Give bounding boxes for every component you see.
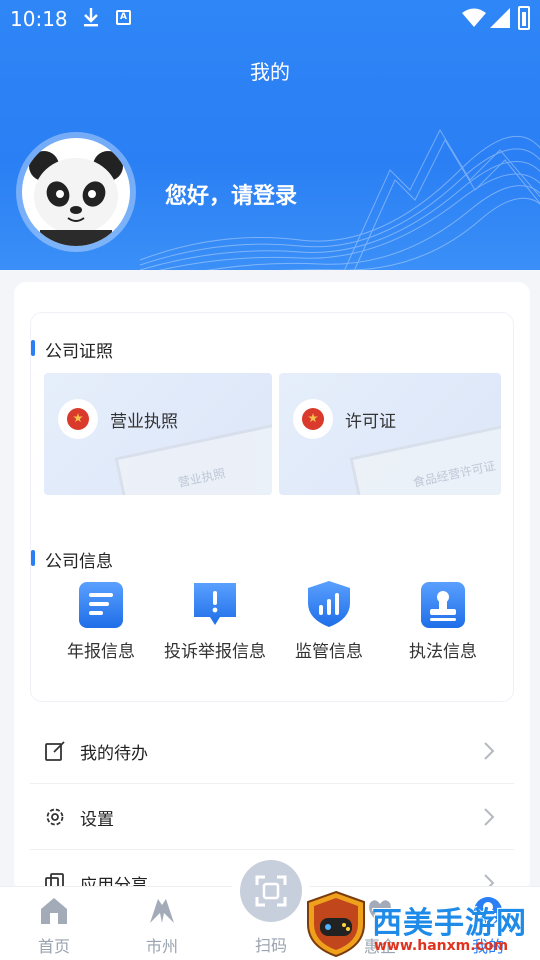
info-complaint[interactable]: 投诉举报信息 (155, 579, 275, 663)
nav-label: 市州 (145, 937, 178, 956)
nav-item-home[interactable]: 首页 (14, 895, 94, 957)
info-label: 投诉举报信息 (164, 642, 266, 662)
supervision-icon (308, 581, 350, 627)
section-title-license: 公司证照 (31, 337, 113, 362)
nav-label: 首页 (37, 937, 70, 956)
menu-label: 我的待办 (80, 744, 148, 764)
license-paper-illustration: 食品经营许可证 (349, 422, 501, 495)
watermark: 西美手游网 www.hanxm.com (300, 888, 540, 960)
license-label: 营业执照 (110, 412, 178, 432)
info-annual-report[interactable]: 年报信息 (41, 579, 161, 663)
header-banner: 10:18 A 我的 您好，请登录 (0, 0, 540, 270)
gear-icon (46, 808, 64, 826)
license-card-business[interactable]: 营业执照 营业执照 (44, 373, 272, 495)
download-icon (84, 8, 98, 27)
section-title-info: 公司信息 (31, 547, 113, 572)
paper-text: 食品经营许可证 (411, 458, 497, 490)
status-time: 10:18 (10, 7, 68, 31)
main-card: 公司证照 营业执照 营业执照 食品经营许可证 许可证 公司信息 年报信息 投诉举… (14, 282, 530, 896)
edit-icon (45, 741, 65, 761)
gamepad-shield-logo (307, 890, 365, 958)
app-a-icon: A (116, 10, 131, 25)
info-enforcement[interactable]: 执法信息 (383, 579, 503, 663)
status-bar: 10:18 A (0, 0, 540, 38)
home-icon (41, 898, 67, 924)
watermark-brand: 西美手游网 (372, 906, 527, 941)
nav-item-city[interactable]: 市州 (122, 895, 202, 957)
license-label: 许可证 (345, 412, 396, 432)
info-label: 执法信息 (409, 642, 477, 662)
company-panel: 公司证照 营业执照 营业执照 食品经营许可证 许可证 公司信息 年报信息 投诉举… (30, 312, 514, 702)
nav-item-scan[interactable] (232, 852, 310, 930)
page-title: 我的 (250, 60, 290, 84)
login-greeting[interactable]: 您好，请登录 (165, 178, 297, 210)
company-info-grid: 年报信息 投诉举报信息 监管信息 执法信息 (31, 579, 515, 689)
wifi-icon (462, 8, 486, 27)
national-emblem-icon (293, 399, 333, 439)
info-supervision[interactable]: 监管信息 (269, 579, 389, 663)
nav-label-scan: 扫码 (254, 936, 287, 955)
scan-icon (255, 875, 287, 907)
city-icon (150, 899, 174, 923)
info-label: 监管信息 (295, 642, 363, 662)
panda-icon (29, 151, 123, 246)
menu-label: 设置 (80, 810, 114, 830)
info-label: 年报信息 (67, 642, 135, 662)
report-icon (79, 582, 123, 628)
license-paper-illustration: 营业执照 (114, 422, 272, 495)
panda-avatar[interactable] (22, 138, 130, 246)
national-emblem-icon (58, 399, 98, 439)
enforcement-icon (421, 582, 465, 628)
license-card-permit[interactable]: 食品经营许可证 许可证 (279, 373, 501, 495)
signal-icon (490, 8, 510, 28)
menu-row-settings[interactable]: 设置 (30, 784, 514, 850)
profile-section[interactable]: 您好，请登录 (0, 130, 540, 252)
paper-text: 营业执照 (176, 466, 227, 490)
complaint-icon (194, 583, 236, 625)
battery-icon (518, 6, 530, 30)
chevron-right-icon (484, 808, 495, 826)
watermark-url: www.hanxm.com (374, 938, 509, 954)
chevron-right-icon (484, 742, 495, 760)
scan-button[interactable] (240, 860, 302, 922)
menu-row-todo[interactable]: 我的待办 (30, 718, 514, 784)
